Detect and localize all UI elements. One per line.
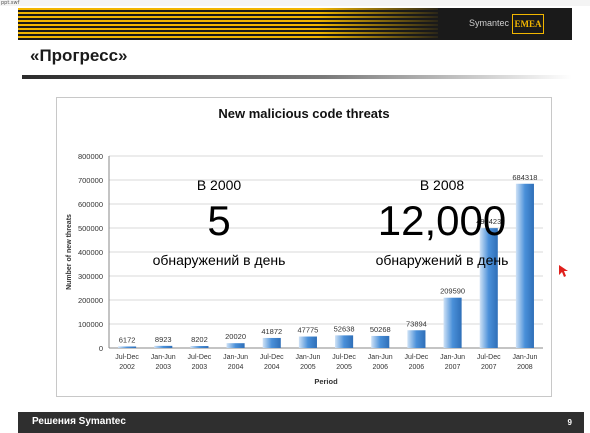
footer-bar: Решения Symantec 9 — [18, 412, 584, 433]
left-stat-value: 5 — [207, 197, 231, 244]
y-tick-label: 300000 — [78, 272, 103, 281]
bar-value-label: 47775 — [297, 326, 318, 335]
window-filename: ppt.swf — [1, 0, 20, 6]
bar-value-label: 20020 — [225, 332, 246, 341]
x-tick-label-period: Jul-Dec — [405, 354, 429, 361]
bar — [298, 336, 317, 348]
bar — [154, 345, 173, 348]
bar-value-label: 41872 — [261, 327, 282, 336]
page-title: «Прогресс» — [30, 46, 128, 65]
x-tick-label-period: Jul-Dec — [260, 354, 284, 361]
y-axis-label: Number of new threats — [66, 214, 73, 290]
left-stat-caption: обнаружений в день — [152, 252, 286, 268]
title-underline — [22, 75, 572, 79]
bar — [335, 335, 354, 348]
footer-label: Решения Symantec — [32, 416, 126, 427]
x-tick-label-year: 2007 — [445, 364, 461, 371]
bar — [190, 346, 209, 348]
bar-value-label: 209590 — [440, 287, 465, 296]
x-tick-label-year: 2004 — [264, 364, 280, 371]
bar-value-label: 50268 — [370, 325, 391, 334]
x-tick-label-period: Jan-Jun — [223, 354, 248, 361]
y-tick-label: 100000 — [78, 320, 103, 329]
bar — [479, 228, 498, 348]
left-stat-label: В 2000 — [196, 177, 242, 193]
region-badge: EMEA — [512, 14, 544, 34]
bar — [262, 337, 281, 348]
y-tick-label: 700000 — [78, 176, 103, 185]
y-tick-label: 200000 — [78, 296, 103, 305]
bar — [407, 330, 426, 348]
x-tick-label-year: 2002 — [119, 364, 135, 371]
x-tick-label-year: 2003 — [192, 364, 208, 371]
bar-value-label: 52638 — [334, 324, 355, 333]
x-tick-label-year: 2007 — [481, 364, 497, 371]
y-tick-label: 500000 — [78, 224, 103, 233]
y-tick-label: 0 — [99, 344, 103, 353]
header-stripes-fade — [318, 8, 448, 40]
x-tick-label-period: Jan-Jun — [512, 354, 537, 361]
right-stat-value: 12,000 — [377, 197, 507, 244]
page-number: 9 — [567, 418, 572, 427]
bar — [118, 346, 137, 348]
bar-value-label: 6172 — [119, 336, 136, 345]
x-tick-label-period: Jul-Dec — [188, 354, 212, 361]
bar — [226, 343, 245, 348]
x-tick-label-period: Jan-Jun — [295, 354, 320, 361]
bar — [371, 335, 390, 348]
x-tick-label-year: 2005 — [300, 364, 316, 371]
x-tick-label-year: 2005 — [336, 364, 352, 371]
x-tick-label-period: Jul-Dec — [477, 354, 501, 361]
threats-bar-chart: 0 100000 200000 300000 400000 500000 600000 700… — [66, 152, 543, 386]
x-tick-label-year: 2004 — [228, 364, 244, 371]
y-tick-label: 400000 — [78, 248, 103, 257]
bar — [443, 297, 462, 348]
window-top-strip: ppt.swf — [0, 0, 590, 6]
bar-value-label: 73894 — [406, 319, 427, 328]
x-tick-label-period: Jan-Jun — [368, 354, 393, 361]
y-tick-label: 600000 — [78, 200, 103, 209]
y-tick-label: 800000 — [78, 152, 103, 161]
x-tick-label-period: Jul-Dec — [115, 354, 139, 361]
x-axis-label: Period — [314, 377, 338, 386]
brand-name: Symantec — [469, 18, 510, 28]
x-tick-label-period: Jan-Jun — [440, 354, 465, 361]
chart-frame: New malicious code threats 0 100000 200000… — [56, 97, 552, 397]
x-tick-label-year: 2003 — [155, 364, 171, 371]
header-banner: Symantec EMEA — [18, 8, 572, 40]
right-stat-caption: обнаружений в день — [375, 252, 509, 268]
x-tick-label-year: 2008 — [517, 364, 533, 371]
x-tick-label-year: 2006 — [372, 364, 388, 371]
x-tick-label-period: Jan-Jun — [151, 354, 176, 361]
x-tick-label-period: Jul-Dec — [332, 354, 356, 361]
mouse-cursor-icon — [559, 265, 568, 277]
bar-value-label: 8202 — [191, 335, 208, 344]
bar-value-label: 8923 — [155, 335, 172, 344]
right-stat-label: В 2008 — [419, 177, 465, 193]
x-tick-label-year: 2006 — [409, 364, 425, 371]
